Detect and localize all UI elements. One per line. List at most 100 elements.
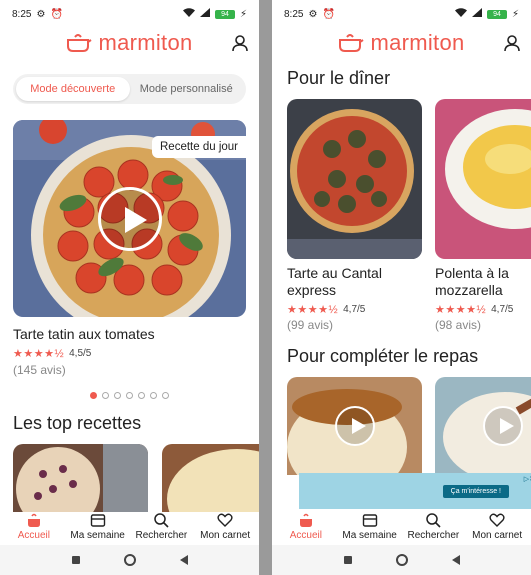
review-count: (99 avis) xyxy=(287,318,334,332)
right-screen: 8:25 ⚙ ⏰ 94 ⚡ marmiton Pour le dîner Tar… xyxy=(272,0,531,575)
recipe-rating: ★★★★½ 4,7/5 xyxy=(435,303,531,316)
dinner-recipes-list: Tarte au Cantal express ★★★★½ 4,7/5 (99 … xyxy=(287,99,531,332)
carousel-dot[interactable] xyxy=(138,392,145,399)
carousel-dot[interactable] xyxy=(126,392,133,399)
tab-label: Ma semaine xyxy=(70,530,125,541)
review-count: (145 avis) xyxy=(13,363,66,377)
marmiton-logo[interactable]: marmiton xyxy=(338,30,464,56)
star-rating-icon: ★★★★½ xyxy=(13,348,65,360)
play-video-icon[interactable] xyxy=(97,186,162,251)
recipe-of-the-day-card[interactable]: Recette du jour xyxy=(13,120,246,317)
marmiton-logo[interactable]: marmiton xyxy=(66,30,192,56)
bottom-tab-bar: Accueil Ma semaine Rechercher Mon carnet xyxy=(272,512,531,545)
status-time: 8:25 xyxy=(284,8,304,20)
recipe-image xyxy=(435,99,531,259)
carousel-dot[interactable] xyxy=(162,392,169,399)
recipe-of-the-day-badge: Recette du jour xyxy=(152,136,246,158)
home-nav-icon[interactable] xyxy=(395,554,408,566)
home-nav-icon[interactable] xyxy=(123,554,136,566)
back-icon[interactable] xyxy=(451,555,460,565)
recipe-card[interactable] xyxy=(287,377,422,475)
mode-personal-button[interactable]: Mode personnalisé xyxy=(130,77,244,101)
settings-icon: ⚙ xyxy=(36,8,46,20)
user-icon[interactable] xyxy=(231,34,249,52)
system-nav-bar xyxy=(0,545,259,575)
recipe-title: Tarte au Cantal express xyxy=(287,265,382,298)
star-rating-icon: ★★★★½ xyxy=(287,304,339,316)
tab-mon-carnet[interactable]: Mon carnet xyxy=(193,512,257,541)
dessert-recipes-list xyxy=(287,377,531,475)
complete-meal-section-title: Pour compléter le repas xyxy=(287,346,479,366)
tab-ma-semaine[interactable]: Ma semaine xyxy=(338,512,402,541)
alarm-icon: ⏰ xyxy=(50,8,63,20)
back-icon[interactable] xyxy=(179,555,188,565)
charging-icon: ⚡ xyxy=(239,8,247,20)
system-nav-bar xyxy=(272,545,531,575)
tab-rechercher[interactable]: Rechercher xyxy=(402,512,466,541)
signal-icon xyxy=(471,8,482,20)
status-bar: 8:25 ⚙ ⏰ 94 ⚡ xyxy=(272,0,531,28)
tab-ma-semaine[interactable]: Ma semaine xyxy=(66,512,130,541)
play-video-icon[interactable] xyxy=(334,406,375,446)
hero-recipe-title[interactable]: Tarte tatin aux tomates xyxy=(13,326,246,342)
recipe-image xyxy=(287,99,422,259)
pot-icon xyxy=(67,34,93,52)
ad-cta-button[interactable]: Ça m'intéresse ! xyxy=(442,484,509,498)
app-header: marmiton xyxy=(272,28,531,58)
recents-icon[interactable] xyxy=(71,556,80,564)
search-icon xyxy=(426,513,441,528)
carousel-dot[interactable] xyxy=(102,392,109,399)
wifi-icon xyxy=(454,8,467,20)
home-icon xyxy=(299,513,312,527)
wifi-icon xyxy=(182,8,195,20)
app-header: marmiton xyxy=(0,28,259,58)
pot-icon xyxy=(339,34,365,52)
recipe-card[interactable]: Tarte au Cantal express ★★★★½ 4,7/5 (99 … xyxy=(287,99,422,332)
rating-value: 4,5/5 xyxy=(69,348,92,359)
tab-rechercher[interactable]: Rechercher xyxy=(130,512,194,541)
recipe-title: Polenta à la mozzarella xyxy=(435,265,509,298)
hero-rating: ★★★★½ 4,5/5 xyxy=(13,347,246,360)
tab-accueil[interactable]: Accueil xyxy=(274,512,338,541)
tab-mon-carnet[interactable]: Mon carnet xyxy=(465,512,529,541)
status-time: 8:25 xyxy=(12,8,32,20)
recipe-card[interactable]: Polenta à la mozzarella ★★★★½ 4,7/5 (98 … xyxy=(435,99,531,332)
carousel-dot[interactable] xyxy=(150,392,157,399)
top-recipe-card[interactable] xyxy=(13,444,148,514)
tab-label: Rechercher xyxy=(407,530,460,541)
advertisement-banner[interactable]: Ça m'intéresse ! ▷✕ xyxy=(299,473,531,509)
mode-switch: Mode découverte Mode personnalisé xyxy=(13,74,246,104)
charging-icon: ⚡ xyxy=(511,8,519,20)
top-recipe-card[interactable] xyxy=(162,444,259,514)
left-screen: 8:25 ⚙ ⏰ 94 ⚡ marmiton Mode découverte M… xyxy=(0,0,259,575)
play-video-icon[interactable] xyxy=(482,406,523,446)
tab-label: Accueil xyxy=(17,530,50,541)
mode-discover-button[interactable]: Mode découverte xyxy=(16,77,130,101)
rating-value: 4,7/5 xyxy=(343,304,366,315)
tab-label: Rechercher xyxy=(135,530,188,541)
home-icon xyxy=(27,513,40,527)
carousel-dot[interactable] xyxy=(90,392,97,399)
search-icon xyxy=(154,513,169,528)
heart-icon xyxy=(217,513,233,527)
ad-info-icon[interactable]: ▷✕ xyxy=(524,475,531,483)
top-recipes-list xyxy=(13,444,259,514)
rating-value: 4,7/5 xyxy=(491,304,514,315)
battery-icon: 94 xyxy=(486,9,507,19)
status-bar: 8:25 ⚙ ⏰ 94 ⚡ xyxy=(0,0,259,28)
dinner-section-title: Pour le dîner xyxy=(287,68,391,88)
review-count: (98 avis) xyxy=(435,318,482,332)
carousel-dot[interactable] xyxy=(114,392,121,399)
logo-text: marmiton xyxy=(370,30,465,55)
recipe-card[interactable] xyxy=(435,377,531,475)
calendar-icon xyxy=(362,514,377,527)
recipe-rating: ★★★★½ 4,7/5 xyxy=(287,303,422,316)
tab-label: Ma semaine xyxy=(342,530,397,541)
star-rating-icon: ★★★★½ xyxy=(435,304,487,316)
user-icon[interactable] xyxy=(503,34,521,52)
recents-icon[interactable] xyxy=(343,556,352,564)
battery-icon: 94 xyxy=(214,9,235,19)
heart-icon xyxy=(489,513,505,527)
tab-accueil[interactable]: Accueil xyxy=(2,512,66,541)
signal-icon xyxy=(199,8,210,20)
